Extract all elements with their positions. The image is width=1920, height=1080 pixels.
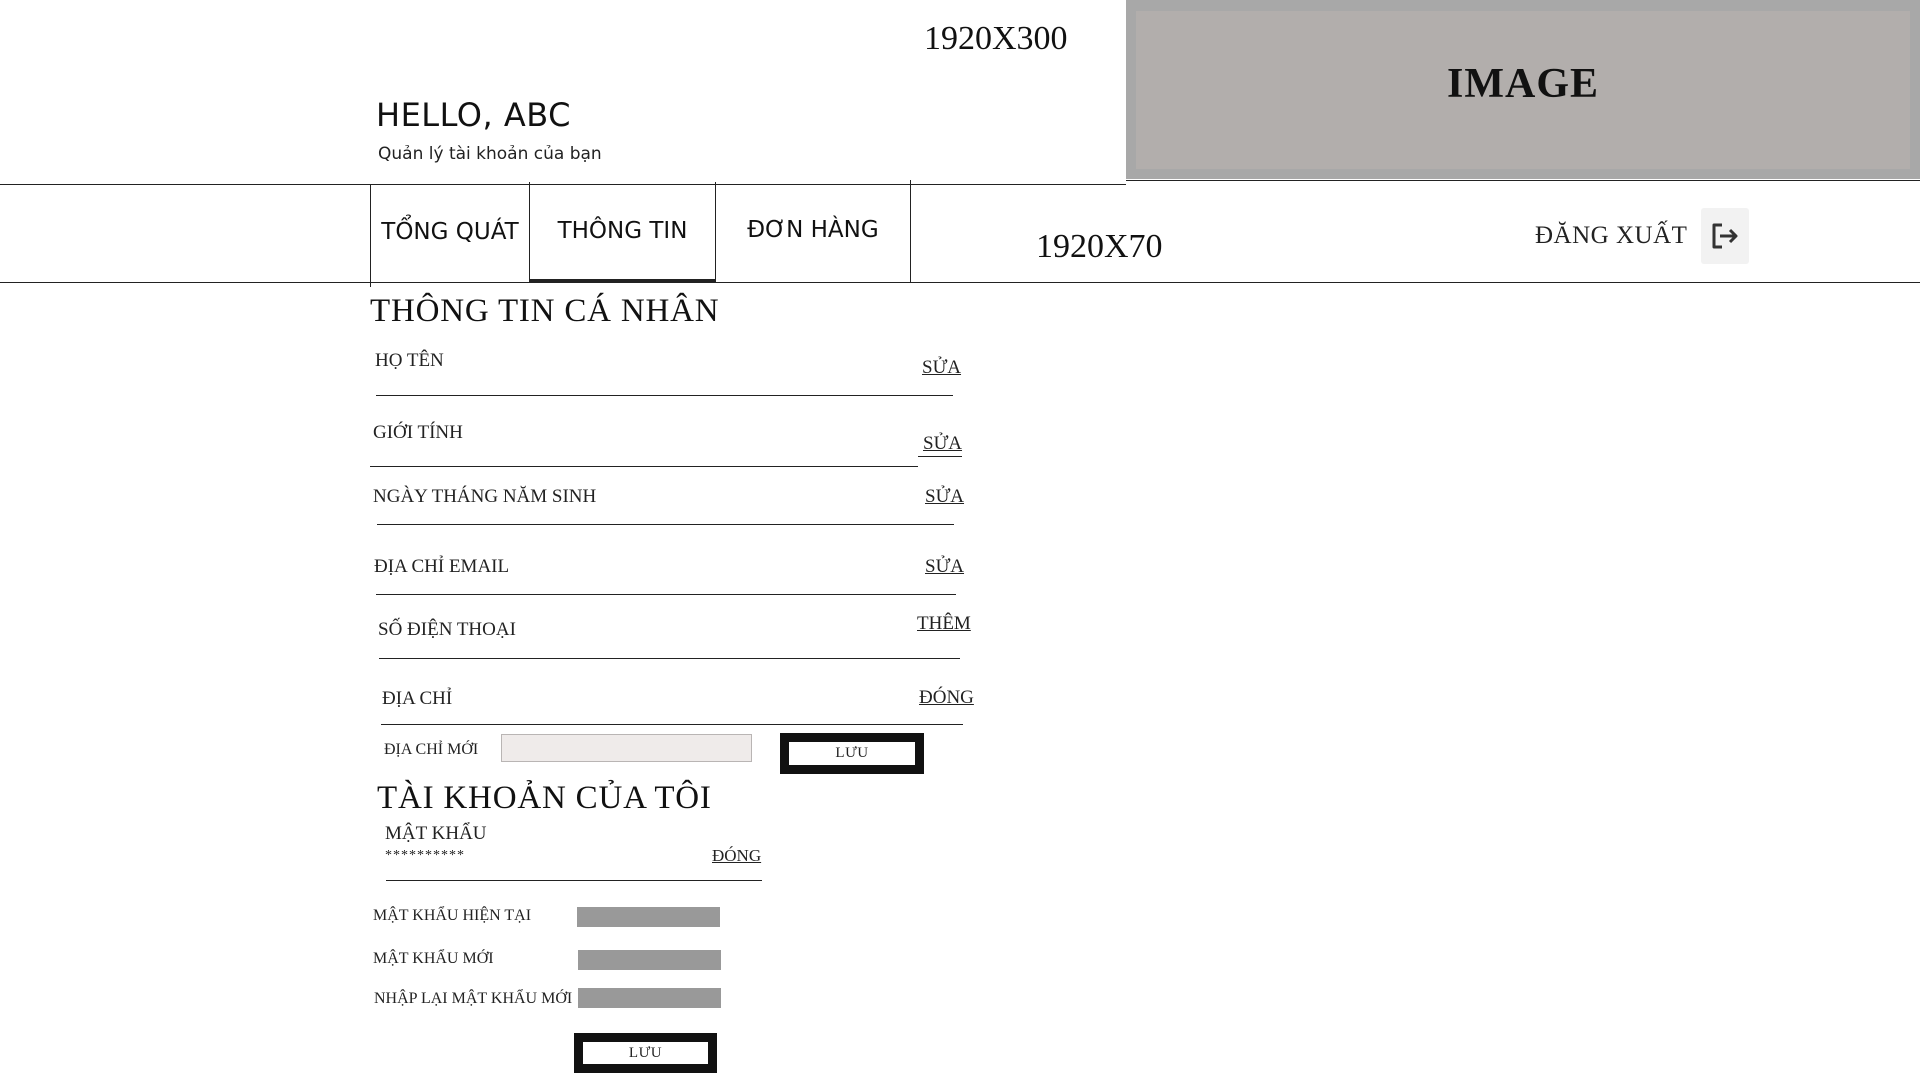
- field-label-full-name: HỌ TÊN: [375, 350, 444, 371]
- field-divider: [376, 395, 953, 396]
- greeting-title: HELLO, ABC: [376, 96, 571, 134]
- tab-divider: [910, 180, 911, 282]
- field-divider: [918, 456, 962, 457]
- new-address-input[interactable]: [501, 734, 752, 762]
- new-password-label: MẬT KHẨU MỚI: [373, 950, 494, 967]
- logout-button[interactable]: ĐĂNG XUẤT: [1535, 208, 1750, 264]
- field-divider: [370, 466, 918, 467]
- tab-label: TỔNG QUÁT: [381, 219, 519, 245]
- header-size-label: 1920X300: [924, 20, 1068, 57]
- edit-birthdate-link[interactable]: SỬA: [925, 486, 964, 508]
- personal-info-title: THÔNG TIN CÁ NHÂN: [370, 293, 720, 329]
- nav-bottom-border: [0, 282, 1920, 283]
- password-mask: **********: [385, 848, 465, 863]
- banner-image-placeholder: IMAGE: [1126, 0, 1920, 179]
- save-password-button[interactable]: LƯU: [574, 1033, 717, 1073]
- current-password-input[interactable]: [577, 907, 720, 927]
- greeting-subtitle: Quản lý tài khoản của bạn: [378, 144, 602, 164]
- field-divider: [381, 724, 963, 725]
- edit-gender-link[interactable]: SỬA: [923, 433, 962, 455]
- field-label-gender: GIỚI TÍNH: [373, 422, 463, 443]
- tab-label: ĐƠN HÀNG: [747, 217, 879, 243]
- banner-image-label: IMAGE: [1447, 61, 1599, 107]
- new-address-label: ĐỊA CHỈ MỚI: [384, 741, 479, 758]
- field-label-address: ĐỊA CHỈ: [382, 688, 453, 709]
- field-label-email: ĐỊA CHỈ EMAIL: [374, 556, 510, 577]
- field-divider: [379, 658, 960, 659]
- field-divider: [386, 880, 762, 881]
- current-password-label: MẬT KHẨU HIỆN TẠI: [373, 907, 532, 924]
- logout-label: ĐĂNG XUẤT: [1535, 222, 1688, 249]
- logout-icon: [1701, 208, 1750, 264]
- new-password-input[interactable]: [578, 950, 721, 970]
- confirm-password-input[interactable]: [578, 988, 721, 1008]
- password-label: MẬT KHẨU: [385, 823, 487, 844]
- close-address-link[interactable]: ĐÓNG: [919, 687, 974, 709]
- field-label-birthdate: NGÀY THÁNG NĂM SINH: [373, 486, 597, 507]
- field-divider: [376, 594, 956, 595]
- edit-full-name-link[interactable]: SỬA: [922, 357, 961, 379]
- account-title: TÀI KHOẢN CỦA TÔI: [377, 780, 712, 816]
- close-password-link[interactable]: ĐÓNG: [712, 846, 761, 866]
- tab-tong-quat[interactable]: TỔNG QUÁT: [371, 182, 529, 282]
- tab-label: THÔNG TIN: [557, 217, 688, 244]
- save-address-label: LƯU: [835, 745, 869, 761]
- save-address-button[interactable]: LƯU: [780, 733, 924, 774]
- nav-size-label: 1920X70: [1036, 228, 1163, 265]
- add-phone-link[interactable]: THÊM: [917, 613, 971, 635]
- save-password-label: LƯU: [628, 1044, 663, 1061]
- nav-top-border-right: [1126, 180, 1920, 181]
- tab-don-hang[interactable]: ĐƠN HÀNG: [716, 180, 910, 280]
- confirm-password-label: NHẬP LẠI MẬT KHẨU MỚI: [374, 990, 573, 1007]
- tab-thong-tin[interactable]: THÔNG TIN: [530, 182, 715, 282]
- field-label-phone: SỐ ĐIỆN THOẠI: [378, 619, 516, 640]
- banner-image-inner: IMAGE: [1136, 11, 1910, 169]
- edit-email-link[interactable]: SỬA: [925, 556, 964, 578]
- field-divider: [377, 524, 954, 525]
